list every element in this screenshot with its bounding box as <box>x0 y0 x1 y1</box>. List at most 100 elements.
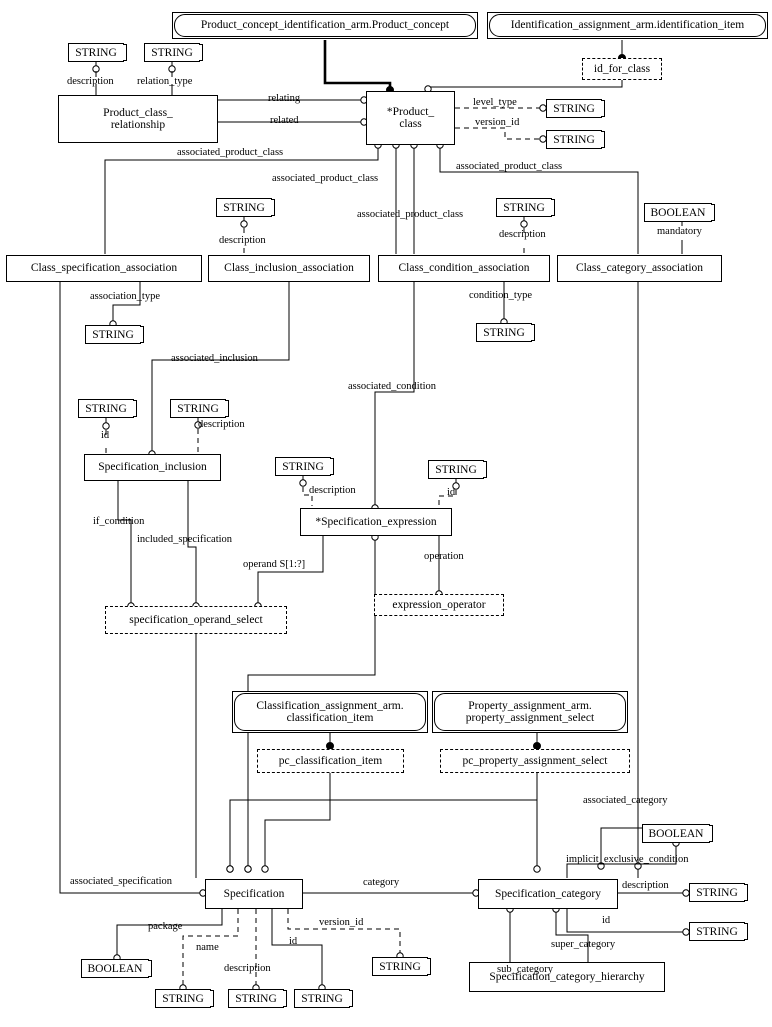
entity-specification-category[interactable]: Specification_category <box>478 879 618 909</box>
page-ref-label-line2: classification_item <box>286 712 374 724</box>
label-relating: relating <box>268 93 301 104</box>
label-if-condition: if_condition <box>93 516 145 527</box>
entity-label: Class_inclusion_association <box>224 262 354 275</box>
select-id-for-class[interactable]: id_for_class <box>582 58 662 80</box>
select-label: pc_classification_item <box>278 754 383 767</box>
type-string-spec-name[interactable]: STRING <box>155 989 214 1008</box>
label-si-description: description <box>198 419 245 430</box>
label-included-specification: included_specification <box>137 534 233 545</box>
label-associated-product-class-4: associated_product_class <box>456 161 563 172</box>
type-string-version-id[interactable]: STRING <box>546 130 605 149</box>
entity-class-condition-association[interactable]: Class_condition_association <box>378 255 550 282</box>
label-associated-product-class-2: associated_product_class <box>272 173 379 184</box>
label-implicit-exclusive-condition: implicit_exclusive_condition <box>566 854 689 865</box>
label-spec-id: id <box>289 936 298 947</box>
type-string-association-type[interactable]: STRING <box>85 325 144 344</box>
label-se-description: description <box>309 485 356 496</box>
entity-class-inclusion-association[interactable]: Class_inclusion_association <box>208 255 370 282</box>
type-string-pcr-description[interactable]: STRING <box>68 43 127 62</box>
entity-label: Specification_category <box>494 887 601 900</box>
page-ref-label: Identification_assignment_arm.identifica… <box>510 19 745 32</box>
entity-label: Specification_inclusion <box>98 461 207 474</box>
label-operand: operand S[1:?] <box>243 559 306 570</box>
type-label: BOOLEAN <box>87 962 143 975</box>
page-ref-classification-item[interactable]: Classification_assignment_arm. classific… <box>232 691 428 733</box>
type-label: STRING <box>75 46 117 59</box>
entity-class-specification-association[interactable]: Class_specification_association <box>6 255 202 282</box>
entity-label-line1: *Product_ <box>386 105 435 118</box>
entity-class-category-association[interactable]: Class_category_association <box>557 255 722 282</box>
label-condition-type: condition_type <box>469 290 532 301</box>
type-label: BOOLEAN <box>648 827 704 840</box>
label-associated-condition: associated_condition <box>348 381 437 392</box>
entity-specification-expression[interactable]: *Specification_expression <box>300 508 452 536</box>
type-string-condition-type[interactable]: STRING <box>476 323 535 342</box>
type-string-se-description[interactable]: STRING <box>275 457 334 476</box>
label-spec-description: description <box>224 963 271 974</box>
entity-label-line1: Product_class_ <box>103 106 173 119</box>
label-description-pcr: description <box>67 76 114 87</box>
type-string-level-type[interactable]: STRING <box>546 99 605 118</box>
page-ref-label-line2: property_assignment_select <box>465 712 595 724</box>
page-ref-property-assignment[interactable]: Property_assignment_arm. property_assign… <box>432 691 628 733</box>
select-pc-classification-item[interactable]: pc_classification_item <box>257 749 404 773</box>
express-g-diagram: .s{stroke:#000;stroke-width:1;fill:none;… <box>0 0 772 1027</box>
type-label: STRING <box>696 925 738 938</box>
type-string-spec-description[interactable]: STRING <box>228 989 287 1008</box>
type-label: STRING <box>282 460 324 473</box>
type-label: STRING <box>85 402 127 415</box>
type-label: STRING <box>235 992 277 1005</box>
entity-label: Class_condition_association <box>398 262 530 275</box>
type-string-cia-description[interactable]: STRING <box>216 198 275 217</box>
label-associated-product-class-3: associated_product_class <box>357 209 464 220</box>
type-boolean-spec-package[interactable]: BOOLEAN <box>81 959 152 978</box>
entity-specification[interactable]: Specification <box>205 879 303 909</box>
label-se-id: id <box>447 487 456 498</box>
type-label: STRING <box>696 886 738 899</box>
label-related: related <box>270 115 299 126</box>
type-label: STRING <box>553 102 595 115</box>
type-label: STRING <box>92 328 134 341</box>
page-ref-identification-item[interactable]: Identification_assignment_arm.identifica… <box>487 12 768 39</box>
select-label: specification_operand_select <box>129 613 263 626</box>
type-string-sc-description[interactable]: STRING <box>689 883 748 902</box>
select-label: expression_operator <box>392 598 486 611</box>
type-string-spec-id[interactable]: STRING <box>294 989 353 1008</box>
label-relation-type: relation_type <box>137 76 193 87</box>
label-sc-description: description <box>622 880 669 891</box>
type-string-sc-id[interactable]: STRING <box>689 922 748 941</box>
label-super-category: super_category <box>551 939 616 950</box>
type-label: STRING <box>379 960 421 973</box>
entity-product-class[interactable]: *Product_ class <box>366 91 455 145</box>
type-label: STRING <box>301 992 343 1005</box>
page-ref-product-concept[interactable]: Product_concept_identification_arm.Produ… <box>172 12 478 39</box>
type-boolean-implicit-exclusive-condition[interactable]: BOOLEAN <box>642 824 713 843</box>
type-boolean-mandatory[interactable]: BOOLEAN <box>644 203 715 222</box>
select-pc-property-assignment-select[interactable]: pc_property_assignment_select <box>440 749 630 773</box>
select-specification-operand-select[interactable]: specification_operand_select <box>105 606 287 634</box>
entity-label-line2: class <box>399 118 422 130</box>
type-string-si-description[interactable]: STRING <box>170 399 229 418</box>
label-name: name <box>196 942 219 953</box>
entity-label: *Specification_expression <box>315 515 437 528</box>
label-spec-version-id: version_id <box>319 917 364 928</box>
type-label: BOOLEAN <box>650 206 706 219</box>
type-string-cca-description[interactable]: STRING <box>496 198 555 217</box>
entity-label: Class_specification_association <box>30 262 178 275</box>
type-string-se-id[interactable]: STRING <box>428 460 487 479</box>
type-label: STRING <box>162 992 204 1005</box>
label-description-cca: description <box>499 229 546 240</box>
label-sub-category: sub_category <box>497 964 553 975</box>
type-string-pcr-relation-type[interactable]: STRING <box>144 43 203 62</box>
label-version-id-top: version_id <box>475 117 520 128</box>
type-string-spec-version-id[interactable]: STRING <box>372 957 431 976</box>
label-level-type: level_type <box>473 97 517 108</box>
label-associated-category: associated_category <box>583 795 668 806</box>
type-label: STRING <box>151 46 193 59</box>
label-mandatory: mandatory <box>657 226 702 237</box>
select-expression-operator[interactable]: expression_operator <box>374 594 504 616</box>
type-string-si-id[interactable]: STRING <box>78 399 137 418</box>
entity-product-class-relationship[interactable]: Product_class_ relationship <box>58 95 218 143</box>
entity-specification-inclusion[interactable]: Specification_inclusion <box>84 454 221 481</box>
label-associated-specification: associated_specification <box>70 876 173 887</box>
